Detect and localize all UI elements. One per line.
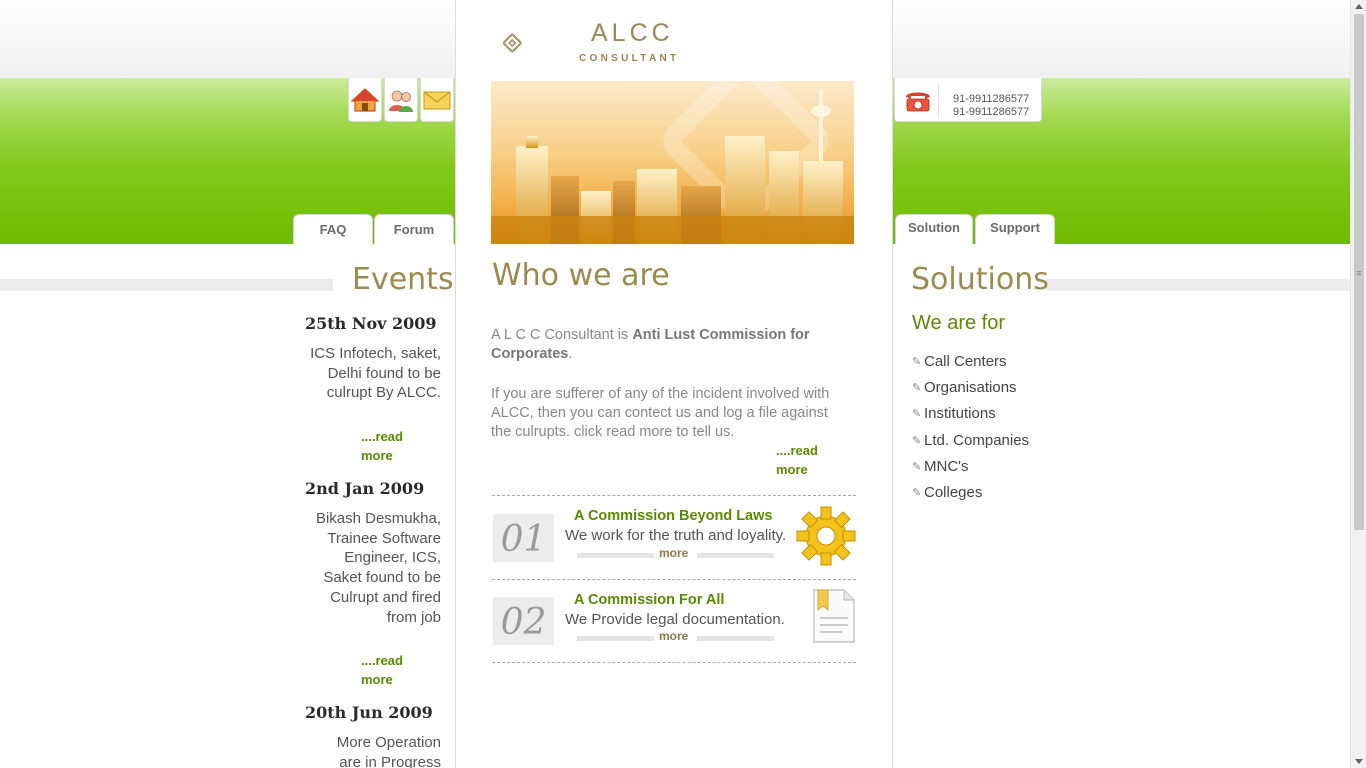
feature-description: We Provide legal documentation. <box>565 611 785 628</box>
solution-item[interactable]: ✎ Colleges <box>912 484 982 501</box>
feature-description: We work for the truth and loyality. <box>565 527 787 544</box>
tab-solution-label: Solution <box>908 220 960 235</box>
users-icon <box>389 90 413 112</box>
feature-more-label: more <box>659 546 689 560</box>
solution-label: Colleges <box>924 484 983 501</box>
event-text: ICS Infotech, saket, Delhi found to be c… <box>310 345 441 402</box>
dashed-divider <box>492 662 856 663</box>
solution-item[interactable]: ✎ Organisations <box>912 379 1017 396</box>
solutions-heading: Solutions <box>911 262 1049 297</box>
logo-text: ALCC <box>591 19 674 47</box>
scroll-up-arrow-icon[interactable] <box>1355 4 1363 9</box>
event-text: Bikash Desmukha, Trainee Software Engine… <box>315 510 441 626</box>
more-line-left <box>577 553 654 558</box>
event-date: 20th Jun 2009 <box>305 703 433 722</box>
page: FAQ Forum ALCC CONSULTANT 91-9911286577 … <box>0 0 1366 768</box>
pencil-bullet-icon: ✎ <box>912 487 922 499</box>
grip-icon: ≡ <box>1356 268 1362 278</box>
dashed-divider <box>492 495 856 496</box>
home-icon <box>351 87 379 112</box>
tab-support[interactable]: Support <box>975 214 1055 244</box>
who-intro-plain: A L C C Consultant is <box>491 327 633 343</box>
tab-forum-label: Forum <box>393 222 435 237</box>
solution-item[interactable]: ✎ Institutions <box>912 405 996 422</box>
phone-number-2: 91-9911286577 <box>953 106 1030 118</box>
tab-faq-label: FAQ <box>319 222 347 237</box>
more-line-right <box>697 636 774 641</box>
solution-label: Institutions <box>924 405 996 422</box>
events-divider <box>0 279 333 291</box>
tab-faq[interactable]: FAQ <box>293 214 373 244</box>
dashed-divider <box>492 579 856 580</box>
mail-button[interactable] <box>420 78 454 122</box>
solution-item[interactable]: ✎ Ltd. Companies <box>912 432 1029 449</box>
feature-title: A Commission For All <box>574 592 725 608</box>
solution-label: MNC's <box>924 458 969 475</box>
tab-forum[interactable]: Forum <box>374 214 454 244</box>
event-text: More Operation are in Progress <box>336 734 441 768</box>
event-read-more-link[interactable]: ....read more <box>361 651 421 689</box>
solution-item[interactable]: ✎ MNC's <box>912 458 969 475</box>
feature-number: 02 <box>493 597 554 645</box>
feature-more-link[interactable]: more <box>577 629 774 644</box>
gear-icon <box>796 506 856 566</box>
alcc-logo-icon[interactable] <box>500 12 570 74</box>
feature-more-link[interactable]: more <box>577 546 774 561</box>
mail-icon <box>423 91 451 109</box>
pencil-bullet-icon: ✎ <box>912 356 922 368</box>
more-line-right <box>697 553 774 558</box>
pencil-bullet-icon: ✎ <box>912 435 922 447</box>
who-intro-end: . <box>568 346 573 362</box>
pencil-bullet-icon: ✎ <box>912 461 922 473</box>
solution-item[interactable]: ✎ Call Centers <box>912 353 1007 370</box>
phone-number-1: 91-9911286577 <box>953 93 1030 105</box>
solution-label: Call Centers <box>924 353 1007 370</box>
city-skyline-image <box>491 81 854 244</box>
tab-support-label: Support <box>990 220 1040 235</box>
phone-box: 91-9911286577 91-9911286577 <box>894 78 1042 122</box>
users-button[interactable] <box>384 78 418 122</box>
hero-image <box>491 81 854 244</box>
pencil-bullet-icon: ✎ <box>912 382 922 394</box>
who-we-are-heading: Who we are <box>492 258 670 293</box>
solutions-subtitle: We are for <box>912 312 1005 334</box>
event-read-more-link[interactable]: ....read more <box>361 427 421 465</box>
events-heading: Events <box>352 262 454 297</box>
scrollbar-thumb[interactable]: ≡ <box>1354 14 1364 530</box>
document-icon <box>813 589 855 643</box>
feature-number: 01 <box>493 514 554 562</box>
solution-label: Organisations <box>924 379 1017 396</box>
home-button[interactable] <box>348 78 382 122</box>
solution-label: Ltd. Companies <box>924 432 1030 449</box>
feature-more-label: more <box>659 629 689 643</box>
phone-icon <box>897 84 939 118</box>
solutions-divider <box>1046 279 1350 291</box>
tab-solution[interactable]: Solution <box>895 214 973 244</box>
feature-title: A Commission Beyond Laws <box>574 508 773 524</box>
who-intro-text: A L C C Consultant is Anti Lust Commissi… <box>491 326 851 364</box>
who-description: If you are sufferer of any of the incide… <box>491 386 830 440</box>
logo-subtitle: CONSULTANT <box>579 53 680 64</box>
who-read-more-link[interactable]: ....read more <box>776 441 836 479</box>
scroll-down-arrow-icon[interactable] <box>1355 759 1363 764</box>
event-date: 25th Nov 2009 <box>305 314 437 333</box>
pencil-bullet-icon: ✎ <box>912 408 922 420</box>
event-date: 2nd Jan 2009 <box>305 479 425 498</box>
more-line-left <box>577 636 654 641</box>
vertical-scrollbar[interactable]: ≡ <box>1350 0 1366 768</box>
